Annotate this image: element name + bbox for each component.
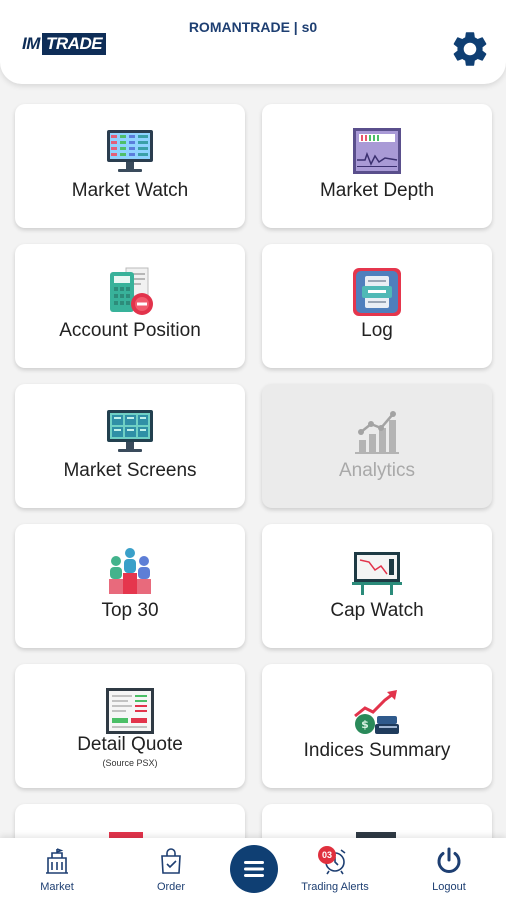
cap-watch-label: Cap Watch	[330, 600, 424, 621]
market-screens-card[interactable]: Market Screens	[15, 384, 245, 508]
log-file-icon	[353, 268, 401, 316]
partial-card-right[interactable]	[262, 804, 492, 838]
log-card[interactable]: Log	[262, 244, 492, 368]
monitor-screens-icon	[107, 410, 153, 452]
top-30-card[interactable]: Top 30	[15, 524, 245, 648]
presentation-board-icon	[352, 552, 402, 595]
quote-document-icon	[106, 688, 154, 734]
shopping-bag-icon	[161, 848, 181, 874]
money-growth-icon: $	[354, 690, 399, 734]
market-watch-label: Market Watch	[71, 180, 189, 201]
analytics-card: Analytics	[262, 384, 492, 508]
main-menu-button[interactable]	[230, 845, 278, 893]
monitor-grid-icon	[107, 130, 153, 172]
market-depth-label: Market Depth	[319, 180, 435, 201]
detail-quote-source: (Source PSX)	[102, 758, 158, 768]
building-icon	[46, 848, 68, 874]
market-watch-card[interactable]: Market Watch	[15, 104, 245, 228]
nav-order-label: Order	[156, 881, 186, 893]
menu-grid: Market Watch Market Depth Account Positi…	[0, 84, 506, 838]
imtrade-logo: IM TRADE	[22, 33, 107, 55]
depth-chart-icon	[353, 128, 401, 174]
hamburger-menu-icon	[244, 861, 264, 877]
detail-quote-card[interactable]: Detail Quote (Source PSX)	[15, 664, 245, 788]
gear-icon[interactable]	[449, 28, 491, 70]
indices-summary-card[interactable]: $ Indices Summary	[262, 664, 492, 788]
nav-order[interactable]: Order	[121, 838, 221, 900]
indices-summary-label: Indices Summary	[303, 740, 451, 761]
nav-market[interactable]: Market	[7, 838, 107, 900]
market-depth-card[interactable]: Market Depth	[262, 104, 492, 228]
account-position-card[interactable]: Account Position	[15, 244, 245, 368]
alerts-count-badge: 03	[318, 846, 336, 864]
app-header: IM TRADE ROMANTRADE | s0	[0, 0, 506, 84]
nav-market-label: Market	[40, 881, 74, 893]
nav-logout-label: Logout	[432, 881, 466, 893]
nav-logout[interactable]: Logout	[399, 838, 499, 900]
bottom-navigation: Market Order Trading Alerts Logout	[0, 838, 506, 900]
account-position-label: Account Position	[59, 320, 201, 341]
analytics-bars-icon	[355, 411, 399, 454]
nav-trading-alerts-label: Trading Alerts	[301, 881, 369, 893]
top-30-label: Top 30	[101, 600, 159, 621]
log-label: Log	[361, 320, 393, 341]
calculator-receipt-icon	[110, 267, 153, 315]
account-title: ROMANTRADE | s0	[188, 19, 318, 35]
svg-text:$: $	[361, 718, 369, 731]
power-icon	[437, 847, 461, 873]
people-podium-icon	[109, 548, 151, 594]
market-screens-label: Market Screens	[63, 460, 197, 481]
detail-quote-label: Detail Quote	[77, 734, 183, 755]
partial-card-left[interactable]	[15, 804, 245, 838]
cap-watch-card[interactable]: Cap Watch	[262, 524, 492, 648]
analytics-label: Analytics	[338, 460, 416, 481]
nav-trading-alerts[interactable]: Trading Alerts	[285, 838, 385, 900]
